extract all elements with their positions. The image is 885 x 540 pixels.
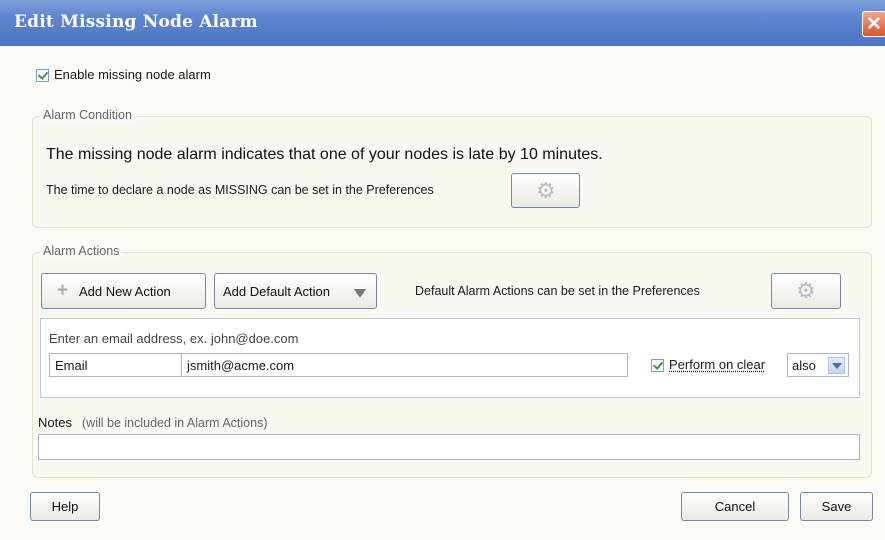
add-new-action-label: Add New Action — [79, 284, 171, 299]
add-default-action-button[interactable]: Add Default Action — [214, 273, 377, 309]
action-type-value: Email — [55, 358, 88, 373]
default-actions-prefs-text: Default Alarm Actions can be set in the … — [415, 284, 700, 298]
cancel-button[interactable]: Cancel — [681, 492, 789, 521]
missing-prefs-text: The time to declare a node as MISSING ca… — [46, 183, 434, 197]
condition-description: The missing node alarm indicates that on… — [46, 146, 603, 163]
dropdown-triangle-icon — [354, 289, 366, 298]
enable-alarm-label: Enable missing node alarm — [54, 67, 211, 82]
save-button[interactable]: Save — [800, 492, 873, 521]
window-title: Edit Missing Node Alarm — [14, 12, 258, 32]
close-button[interactable]: ✕ — [862, 11, 885, 37]
clear-mode-value: also — [792, 358, 816, 373]
add-new-action-button[interactable]: + Add New Action — [41, 273, 206, 309]
edit-missing-node-alarm-dialog: Edit Missing Node Alarm ✕ Enable missing… — [0, 0, 885, 540]
clear-mode-select[interactable]: also — [787, 353, 849, 377]
email-address-value: jsmith@acme.com — [187, 358, 295, 373]
alarm-actions-legend: Alarm Actions — [40, 244, 123, 258]
save-label: Save — [821, 499, 852, 514]
email-address-input[interactable]: jsmith@acme.com — [181, 353, 628, 377]
alarm-condition-legend: Alarm Condition — [40, 108, 135, 122]
enable-alarm-checkbox[interactable] — [36, 69, 49, 82]
email-action-panel: Enter an email address, ex. john@doe.com… — [40, 318, 860, 398]
chevron-down-icon — [828, 357, 845, 374]
missing-preferences-button[interactable]: ⚙ — [511, 173, 580, 208]
perform-on-clear-checkbox[interactable] — [651, 359, 664, 372]
close-icon: ✕ — [866, 14, 882, 35]
help-label: Help — [51, 499, 79, 514]
notes-sublabel: (will be included in Alarm Actions) — [82, 416, 268, 430]
perform-on-clear-label: Perform on clear — [669, 357, 766, 372]
cancel-label: Cancel — [714, 499, 756, 514]
add-default-action-label: Add Default Action — [223, 284, 330, 299]
default-actions-preferences-button[interactable]: ⚙ — [771, 273, 841, 309]
gear-icon: ⚙ — [536, 178, 556, 203]
title-bar: Edit Missing Node Alarm ✕ — [0, 0, 885, 46]
alarm-condition-group — [32, 116, 872, 228]
gear-icon: ⚙ — [796, 278, 816, 303]
email-hint: Enter an email address, ex. john@doe.com — [49, 331, 299, 346]
plus-icon: + — [57, 280, 69, 301]
notes-label: Notes — [38, 415, 72, 430]
notes-input[interactable] — [38, 434, 860, 460]
help-button[interactable]: Help — [30, 492, 100, 521]
